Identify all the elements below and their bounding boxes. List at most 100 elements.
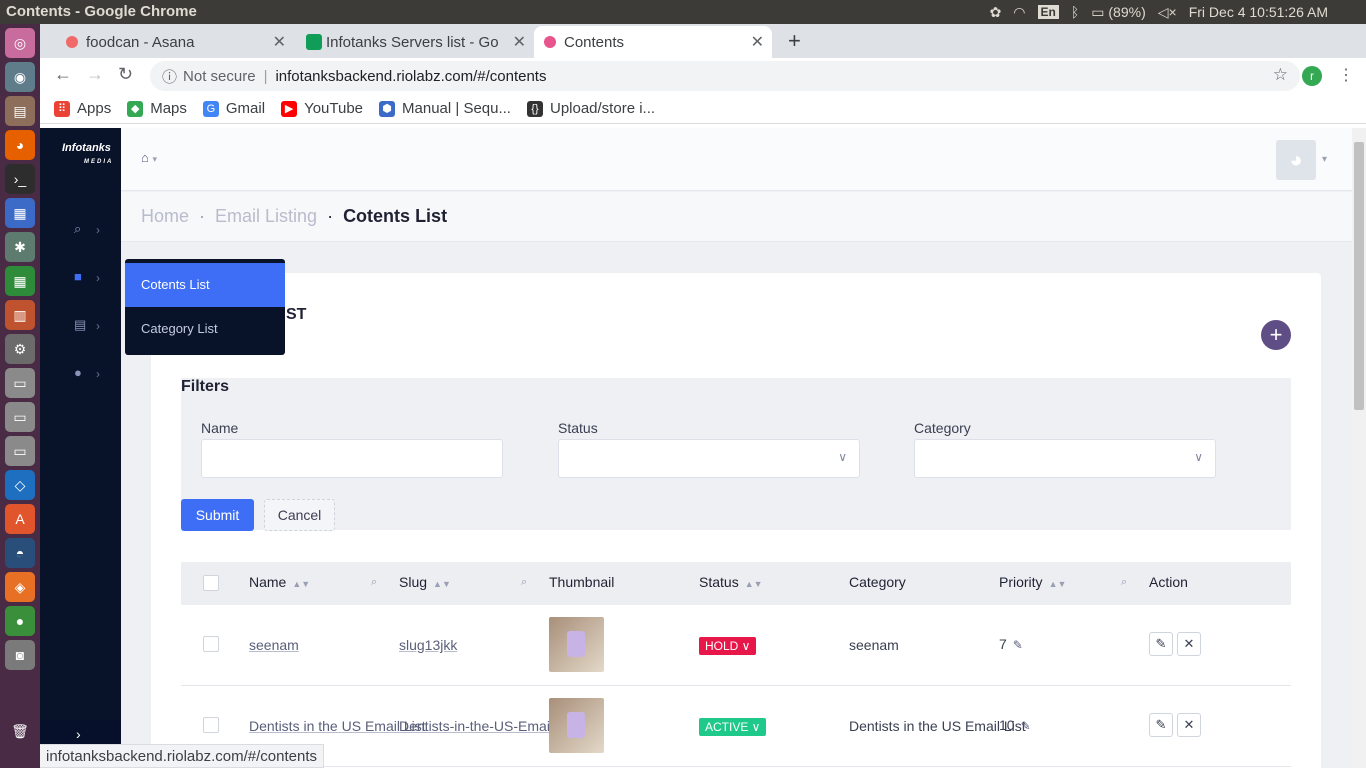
bookmark-maps[interactable]: ◆ Maps: [127, 100, 187, 117]
breadcrumb-email-listing[interactable]: Email Listing: [215, 206, 317, 227]
bluetooth-icon[interactable]: ᛒ: [1071, 4, 1079, 20]
window-title: Contents - Google Chrome: [6, 3, 197, 20]
tab-asana[interactable]: foodcan - Asana ✕: [56, 26, 294, 58]
sort-icon[interactable]: ▲▼: [1049, 579, 1067, 589]
user-icon[interactable]: ●: [74, 365, 82, 380]
keyboard-lang-indicator[interactable]: En: [1037, 5, 1059, 19]
select-all-checkbox[interactable]: [203, 575, 219, 591]
settings-launcher-icon[interactable]: ⚙: [5, 334, 35, 364]
search-icon[interactable]: ⌕: [371, 576, 377, 589]
google-icon: G: [202, 100, 219, 117]
writer-launcher-icon[interactable]: ▦: [5, 198, 35, 228]
reload-icon[interactable]: ↻: [118, 64, 133, 85]
postman-launcher-icon[interactable]: ◈: [5, 572, 35, 602]
address-bar[interactable]: ⓘ Not secure | infotanksbackend.riolabz.…: [150, 61, 1300, 91]
category-filter-select[interactable]: ∨: [914, 439, 1216, 478]
bookmark-youtube[interactable]: ▶ YouTube: [281, 100, 363, 117]
firefox-launcher-icon[interactable]: ◕: [5, 130, 35, 160]
submenu-item-category-list[interactable]: Category List: [125, 307, 285, 351]
add-content-button[interactable]: +: [1261, 320, 1291, 350]
submenu-item-contents-list[interactable]: Cotents List: [125, 263, 285, 307]
submit-button[interactable]: Submit: [181, 499, 254, 531]
mysql-workbench-launcher-icon[interactable]: ◓: [5, 538, 35, 568]
forward-icon[interactable]: →: [86, 64, 104, 85]
home-menu-button[interactable]: ⌂ ▾: [141, 150, 157, 165]
close-tab-icon[interactable]: ✕: [513, 32, 526, 52]
search-icon[interactable]: ⌕: [1121, 576, 1127, 589]
document-icon[interactable]: ▤: [74, 317, 86, 333]
status-badge[interactable]: HOLD ∨: [699, 637, 757, 655]
delete-button[interactable]: ✕: [1177, 632, 1201, 656]
bookmark-upload[interactable]: {} Upload/store i...: [526, 100, 655, 117]
name-filter-label: Name: [201, 420, 239, 436]
status-filter-select[interactable]: ∨: [558, 439, 860, 478]
cancel-button[interactable]: Cancel: [264, 499, 335, 531]
user-avatar[interactable]: ◕: [1276, 140, 1316, 180]
mongodb-launcher-icon[interactable]: ●: [5, 606, 35, 636]
back-icon[interactable]: ←: [54, 64, 72, 85]
search-icon[interactable]: ⌕: [74, 221, 81, 237]
battery-indicator[interactable]: ▭ (89%): [1091, 4, 1145, 21]
url-text[interactable]: infotanksbackend.riolabz.com/#/contents: [275, 68, 546, 85]
disk-launcher-icon-1[interactable]: ▭: [5, 368, 35, 398]
book-icon[interactable]: ■: [74, 269, 82, 284]
column-header-priority[interactable]: Priority ▲▼: [999, 574, 1066, 590]
bookmark-apps[interactable]: ⠿ Apps: [54, 100, 111, 117]
maps-icon: ◆: [127, 100, 144, 117]
tab-servers-list[interactable]: Infotanks Servers list - Go ✕: [296, 26, 534, 58]
page-scrollbar[interactable]: [1352, 128, 1366, 768]
status-badge[interactable]: ACTIVE ∨: [699, 718, 767, 736]
bookmark-sequelize[interactable]: ⬢ Manual | Sequ...: [379, 100, 511, 117]
slack-tray-icon[interactable]: ✿: [990, 4, 1002, 21]
edit-priority-icon[interactable]: ✎: [1021, 719, 1031, 733]
info-icon[interactable]: ⓘ: [162, 66, 177, 87]
trash-icon[interactable]: 🗑: [5, 716, 35, 746]
breadcrumb-home[interactable]: Home: [141, 206, 189, 227]
edit-priority-icon[interactable]: ✎: [1013, 638, 1023, 652]
chrome-launcher-icon[interactable]: ◉: [5, 62, 35, 92]
infotanks-logo[interactable]: Infotanks MEDIA: [62, 142, 113, 168]
close-tab-icon[interactable]: ✕: [273, 32, 286, 52]
calc-launcher-icon[interactable]: ▦: [5, 266, 35, 296]
column-header-slug[interactable]: Slug ▲▼: [399, 574, 451, 590]
chrome-menu-icon[interactable]: ⋮: [1338, 65, 1354, 85]
volume-icon[interactable]: ◁×: [1158, 4, 1177, 21]
close-tab-icon[interactable]: ✕: [751, 32, 764, 52]
edit-button[interactable]: ✎: [1149, 632, 1173, 656]
row-slug-link[interactable]: Dentists-in-the-US-Email: [399, 718, 553, 734]
row-checkbox[interactable]: [203, 717, 219, 733]
row-thumbnail[interactable]: [549, 698, 604, 753]
name-filter-input[interactable]: [201, 439, 503, 478]
profile-avatar[interactable]: r: [1302, 66, 1322, 86]
bookmark-star-icon[interactable]: ☆: [1273, 65, 1288, 85]
clock[interactable]: Fri Dec 4 10:51:26 AM: [1189, 4, 1328, 20]
slack-launcher-icon[interactable]: ✱: [5, 232, 35, 262]
column-header-status[interactable]: Status ▲▼: [699, 574, 763, 590]
chevron-down-icon[interactable]: ▾: [1322, 154, 1327, 165]
new-tab-icon[interactable]: +: [788, 28, 801, 54]
row-checkbox[interactable]: [203, 636, 219, 652]
column-header-name[interactable]: Name ▲▼: [249, 574, 310, 590]
search-icon[interactable]: ⌕: [521, 576, 527, 589]
tab-contents[interactable]: Contents ✕: [534, 26, 772, 58]
scrollbar-thumb[interactable]: [1354, 142, 1364, 410]
sort-icon[interactable]: ▲▼: [292, 579, 310, 589]
delete-button[interactable]: ✕: [1177, 713, 1201, 737]
sort-icon[interactable]: ▲▼: [745, 579, 763, 589]
bookmark-gmail[interactable]: G Gmail: [202, 100, 265, 117]
row-thumbnail[interactable]: [549, 617, 604, 672]
terminal-launcher-icon[interactable]: ›_: [5, 164, 35, 194]
impress-launcher-icon[interactable]: ▥: [5, 300, 35, 330]
ubuntu-dash-icon[interactable]: ◎: [5, 28, 35, 58]
sort-icon[interactable]: ▲▼: [433, 579, 451, 589]
row-name-link[interactable]: seenam: [249, 637, 299, 653]
files-launcher-icon[interactable]: ▤: [5, 96, 35, 126]
disk-launcher-icon-2[interactable]: ▭: [5, 402, 35, 432]
screenshot-launcher-icon[interactable]: ◙: [5, 640, 35, 670]
edit-button[interactable]: ✎: [1149, 713, 1173, 737]
row-slug-link[interactable]: slug13jkk: [399, 637, 457, 653]
wifi-icon[interactable]: ◠: [1013, 4, 1025, 21]
vscode-launcher-icon[interactable]: ◇: [5, 470, 35, 500]
disk-launcher-icon-3[interactable]: ▭: [5, 436, 35, 466]
software-center-launcher-icon[interactable]: A: [5, 504, 35, 534]
